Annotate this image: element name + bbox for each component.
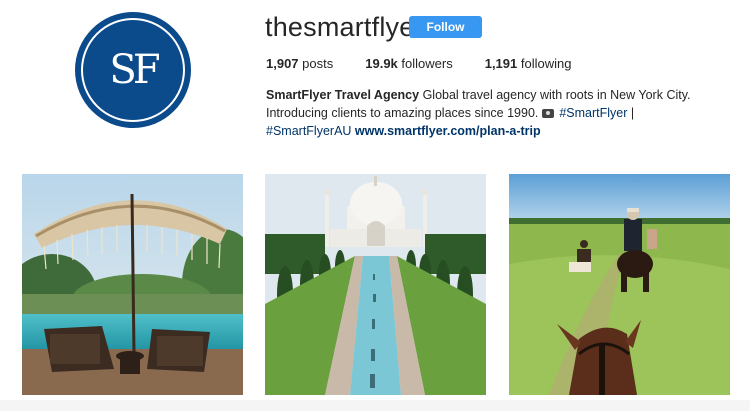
posts-count: 1,907 posts <box>266 56 333 71</box>
posts-label: posts <box>302 56 334 71</box>
resort-photo <box>22 174 243 395</box>
follow-button[interactable]: Follow <box>409 16 482 38</box>
profile-stats: 1,907 posts 19.9k followers 1,191 follow… <box>266 56 603 71</box>
following-value: 1,191 <box>484 56 518 71</box>
post-thumbnail-taj-mahal[interactable] <box>265 174 486 395</box>
avatar-monogram: SF <box>109 47 160 93</box>
bio-separator: | <box>627 106 635 120</box>
followers-count[interactable]: 19.9k followers <box>365 56 452 71</box>
taj-mahal-photo <box>265 174 486 395</box>
horseback-photo <box>509 174 730 395</box>
profile-avatar[interactable]: SF <box>75 12 191 128</box>
profile-username: thesmartflyer <box>265 12 424 42</box>
followers-value: 19.9k <box>365 56 398 71</box>
page-bottom-strip <box>0 400 750 411</box>
post-thumbnail-resort[interactable] <box>22 174 243 395</box>
bio-website-link[interactable]: www.smartflyer.com/plan-a-trip <box>355 124 541 138</box>
hashtag-smartflyerau[interactable]: #SmartFlyerAU <box>266 124 351 138</box>
posts-value: 1,907 <box>266 56 299 71</box>
followers-label: followers <box>401 56 453 71</box>
profile-bio: SmartFlyer Travel Agency Global travel a… <box>266 86 716 140</box>
hashtag-smartflyer[interactable]: #SmartFlyer <box>559 106 627 120</box>
camera-icon <box>541 109 554 119</box>
following-count[interactable]: 1,191 following <box>485 56 572 71</box>
following-label: following <box>520 56 572 71</box>
post-thumbnail-horseback[interactable] <box>509 174 730 395</box>
bio-name: SmartFlyer Travel Agency <box>266 88 420 102</box>
